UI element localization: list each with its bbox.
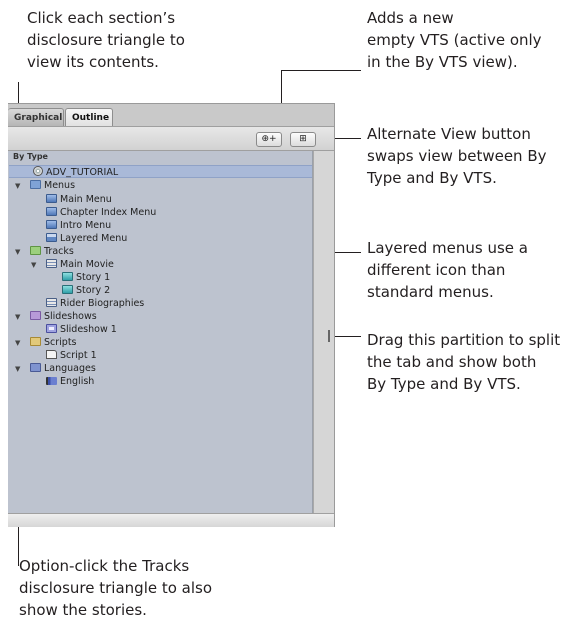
partition-area (313, 151, 334, 513)
tree-item-label: Chapter Index Menu (60, 207, 157, 218)
tree-item-label: Tracks (44, 246, 74, 257)
story-icon (62, 285, 73, 294)
tree-item-main-movie[interactable]: ▼ Main Movie (31, 259, 114, 271)
tree-item-label: Intro Menu (60, 220, 112, 231)
tree-item-scripts[interactable]: ▼ Scripts (15, 337, 77, 349)
script-icon (46, 350, 57, 359)
tree-item-label: Script 1 (60, 350, 97, 361)
track-icon (46, 298, 57, 307)
folder-icon (30, 311, 41, 320)
tree-item-adv-tutorial[interactable]: ADV_TUTORIAL (33, 166, 118, 178)
flag-icon (46, 377, 57, 385)
folder-icon (30, 246, 41, 255)
partition-drag-handle[interactable] (328, 330, 330, 342)
leader-line-add-vts-h (281, 70, 361, 71)
tree-item-intro-menu[interactable]: Intro Menu (46, 220, 111, 232)
slideshow-icon (46, 324, 57, 333)
disclosure-triangle-icon[interactable]: ▼ (15, 337, 20, 349)
tree-item-label: Slideshow 1 (60, 324, 117, 335)
disc-icon (33, 166, 43, 176)
tree-item-label: Slideshows (44, 311, 97, 322)
tree-item-slideshow-1[interactable]: Slideshow 1 (46, 324, 117, 336)
track-icon (46, 259, 57, 268)
menu-icon (46, 194, 57, 203)
disclosure-triangle-icon[interactable]: ▼ (15, 180, 20, 192)
tree-item-layered-menu[interactable]: Layered Menu (46, 233, 127, 245)
layered-menu-icon (46, 233, 57, 242)
tree-item-label: Languages (44, 363, 96, 374)
horizontal-scrollbar[interactable] (8, 513, 334, 527)
tab-graphical[interactable]: Graphical (8, 108, 64, 126)
disclosure-triangle-icon[interactable]: ▼ (31, 259, 36, 271)
tree-item-label: Menus (44, 180, 76, 191)
callout-disclosure-triangle: Click each section’s disclosure triangle… (27, 9, 185, 71)
menu-icon (46, 220, 57, 229)
callout-partition: Drag this partition to split the tab and… (367, 331, 561, 393)
tree-item-label: Main Menu (60, 194, 112, 205)
tree-item-label: English (60, 376, 95, 387)
disclosure-triangle-icon[interactable]: ▼ (15, 363, 20, 375)
folder-icon (30, 337, 41, 346)
tree-item-story-1[interactable]: Story 1 (62, 272, 110, 284)
disclosure-triangle-icon[interactable]: ▼ (15, 246, 20, 258)
tree-item-rider-biographies[interactable]: Rider Biographies (46, 298, 144, 310)
callout-alternate-view: Alternate View button swaps view between… (367, 125, 547, 187)
leader-line-partition (333, 336, 361, 337)
alternate-view-button[interactable]: ⊞ (290, 132, 316, 147)
tree-item-slideshows[interactable]: ▼ Slideshows (15, 311, 97, 323)
tab-outline[interactable]: Outline (65, 108, 113, 127)
tree-item-script-1[interactable]: Script 1 (46, 350, 97, 362)
tree-item-label: Scripts (44, 337, 77, 348)
tree-item-menus[interactable]: ▼ Menus (15, 180, 75, 192)
tree-item-label: Story 1 (76, 272, 111, 283)
tree-item-label: Layered Menu (60, 233, 128, 244)
tree-item-languages[interactable]: ▼ Languages (15, 363, 96, 375)
callout-layered-menus: Layered menus use a different icon than … (367, 239, 528, 301)
tree-item-english[interactable]: English (46, 376, 94, 388)
story-icon (62, 272, 73, 281)
callout-option-click: Option-click the Tracks disclosure trian… (19, 557, 213, 619)
tree-item-chapter-index-menu[interactable]: Chapter Index Menu (46, 207, 156, 219)
tree-item-label: Story 2 (76, 285, 111, 296)
add-vts-button[interactable]: ⊕+ (256, 132, 282, 147)
tree-item-main-menu[interactable]: Main Menu (46, 194, 112, 206)
disclosure-triangle-icon[interactable]: ▼ (15, 311, 20, 323)
tree-item-tracks[interactable]: ▼ Tracks (15, 246, 74, 258)
folder-icon (30, 363, 41, 372)
menu-icon (46, 207, 57, 216)
tree-item-label: Rider Biographies (60, 298, 145, 309)
folder-icon (30, 180, 41, 189)
by-type-header: By Type (13, 152, 48, 161)
callout-add-vts: Adds a new empty VTS (active only in the… (367, 9, 542, 71)
tree-item-label: Main Movie (60, 259, 114, 270)
tree-item-label: ADV_TUTORIAL (46, 167, 119, 178)
outline-toolbar: ⊕+ ⊞ (8, 126, 334, 151)
tree-item-story-2[interactable]: Story 2 (62, 285, 110, 297)
